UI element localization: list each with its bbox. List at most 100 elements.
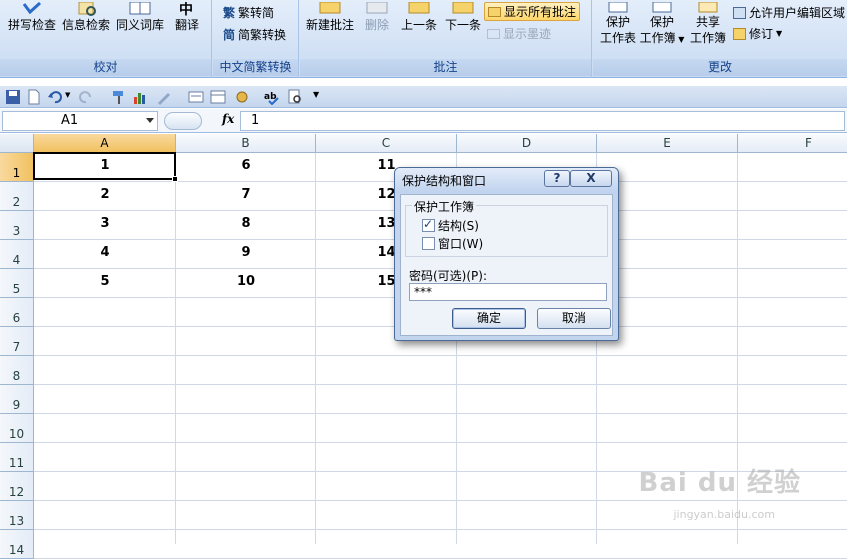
thesaurus-label: 同义词库 — [116, 18, 165, 32]
structure-label: 结构(S) — [438, 219, 479, 233]
row-header-7[interactable]: 7 — [0, 327, 34, 356]
protect-sheet-label-1: 保护 — [605, 15, 630, 29]
column-header-e[interactable]: E — [597, 134, 738, 153]
row-header-5[interactable]: 5 — [0, 269, 34, 298]
column-header-a[interactable]: A — [34, 134, 176, 153]
delete-comment-icon — [366, 2, 388, 14]
new-comment-icon — [319, 2, 341, 14]
quick-access-toolbar: ▼ ab ▼ — [0, 86, 847, 108]
row-header-12[interactable]: 12 — [0, 472, 34, 501]
row-header-4[interactable]: 4 — [0, 240, 34, 269]
share-workbook-button[interactable]: 共享 工作簿 — [687, 2, 729, 46]
close-button[interactable]: X — [570, 170, 612, 187]
cell-a3[interactable]: 3 — [34, 214, 176, 234]
column-header-b[interactable]: B — [176, 134, 316, 153]
help-button[interactable]: ? — [544, 170, 570, 187]
undo-dropdown-icon[interactable]: ▼ — [65, 91, 70, 99]
chart-icon[interactable] — [132, 89, 148, 105]
password-input[interactable]: *** — [409, 283, 607, 301]
row-header-1[interactable]: 1 — [0, 153, 34, 182]
name-box[interactable]: A1 — [2, 111, 158, 131]
ok-button[interactable]: 确定 — [452, 308, 526, 329]
trad-to-simp-button[interactable]: 繁 繁转简 — [223, 4, 274, 21]
cell-a5[interactable]: 5 — [34, 272, 176, 292]
row-header-6[interactable]: 6 — [0, 298, 34, 327]
protect-structure-dialog: 保护结构和窗口 ? X 保护工作簿 结构(S) 窗口(W) 密码(可选)(P):… — [394, 167, 619, 341]
cell-b1[interactable]: 6 — [176, 156, 316, 176]
new-comment-button[interactable]: 新建批注 — [304, 2, 356, 33]
formula-bar-resize-handle[interactable] — [164, 112, 202, 130]
protect-workbook-button[interactable]: 保护 工作簿 ▼ — [639, 2, 685, 48]
print-preview-icon[interactable] — [287, 89, 303, 105]
translate-button[interactable]: 中 翻译 — [170, 2, 204, 33]
track-changes-button[interactable]: 修订 ▼ — [733, 25, 782, 42]
customize-qat-icon[interactable]: ▼ — [313, 90, 319, 99]
column-header-c[interactable]: C — [316, 134, 457, 153]
undo-icon[interactable] — [47, 89, 63, 105]
format-painter-icon[interactable] — [111, 89, 127, 105]
structure-checkbox-row[interactable]: 结构(S) — [422, 217, 479, 234]
column-header-d[interactable]: D — [457, 134, 597, 153]
show-all-comments-button[interactable]: 显示所有批注 — [484, 2, 581, 21]
grid-row-line — [34, 442, 847, 443]
allow-users-edit-label: 允许用户编辑区域 — [749, 6, 846, 20]
insert-function-icon[interactable]: fx — [222, 112, 234, 126]
show-ink-button[interactable]: 显示墨迹 — [487, 25, 551, 42]
window-checkbox-row[interactable]: 窗口(W) — [422, 235, 483, 252]
row-header-13[interactable]: 13 — [0, 501, 34, 530]
spell-check-icon — [22, 2, 42, 15]
table-icon[interactable] — [210, 89, 226, 105]
cell-a4[interactable]: 4 — [34, 243, 176, 263]
next-comment-button[interactable]: 下一条 — [442, 2, 484, 33]
research-label: 信息检索 — [62, 18, 111, 32]
column-header-f[interactable]: F — [738, 134, 847, 153]
window-checkbox[interactable] — [422, 237, 435, 250]
share-workbook-icon — [698, 2, 718, 13]
formula-input[interactable]: 1 — [240, 111, 845, 131]
cell-a2[interactable]: 2 — [34, 185, 176, 205]
delete-comment-button[interactable]: 删除 — [360, 2, 394, 33]
simp-to-trad-icon: 简 — [223, 28, 236, 42]
cell-b4[interactable]: 9 — [176, 243, 316, 263]
tools-icon[interactable] — [234, 89, 250, 105]
spell-check-button[interactable]: 拼写检查 — [8, 2, 56, 33]
row-header-3[interactable]: 3 — [0, 211, 34, 240]
thesaurus-icon — [129, 2, 151, 15]
previous-comment-button[interactable]: 上一条 — [398, 2, 440, 33]
fill-handle[interactable] — [172, 176, 178, 182]
pen-icon[interactable] — [156, 89, 172, 105]
research-button[interactable]: 信息检索 — [62, 2, 110, 33]
name-box-value: A1 — [61, 113, 79, 128]
new-document-icon[interactable] — [26, 89, 42, 105]
structure-checkbox[interactable] — [422, 217, 435, 232]
protect-sheet-label-2: 工作表 — [599, 31, 636, 45]
save-icon[interactable] — [5, 89, 21, 105]
protect-sheet-button[interactable]: 保护 工作表 — [597, 2, 639, 46]
thesaurus-button[interactable]: 同义词库 — [116, 2, 164, 33]
cell-b5[interactable]: 10 — [176, 272, 316, 292]
group-label-comments: 批注 — [300, 59, 591, 76]
form-icon[interactable] — [188, 89, 204, 105]
row-header-9[interactable]: 9 — [0, 385, 34, 414]
spelling-icon[interactable]: ab — [263, 89, 279, 105]
grid-row-line — [34, 413, 847, 414]
track-changes-dropdown-icon: ▼ — [776, 29, 783, 38]
active-cell-border — [33, 152, 178, 182]
cell-b2[interactable]: 7 — [176, 185, 316, 205]
translate-icon: 中 — [179, 2, 193, 16]
cancel-button[interactable]: 取消 — [537, 308, 611, 329]
allow-users-edit-icon — [733, 6, 746, 19]
simp-to-trad-button[interactable]: 简 简繁转换 — [223, 26, 286, 43]
row-header-11[interactable]: 11 — [0, 443, 34, 472]
cell-b3[interactable]: 8 — [176, 214, 316, 234]
redo-icon[interactable] — [78, 89, 94, 105]
trad-to-simp-icon: 繁 — [223, 6, 236, 20]
name-box-dropdown-icon[interactable] — [146, 118, 154, 123]
row-header-8[interactable]: 8 — [0, 356, 34, 385]
select-all-corner[interactable] — [0, 134, 34, 153]
row-header-10[interactable]: 10 — [0, 414, 34, 443]
previous-comment-label: 上一条 — [400, 18, 437, 32]
row-header-14[interactable]: 14 — [0, 530, 34, 559]
row-header-2[interactable]: 2 — [0, 182, 34, 211]
allow-users-edit-button[interactable]: 允许用户编辑区域 — [733, 4, 845, 21]
